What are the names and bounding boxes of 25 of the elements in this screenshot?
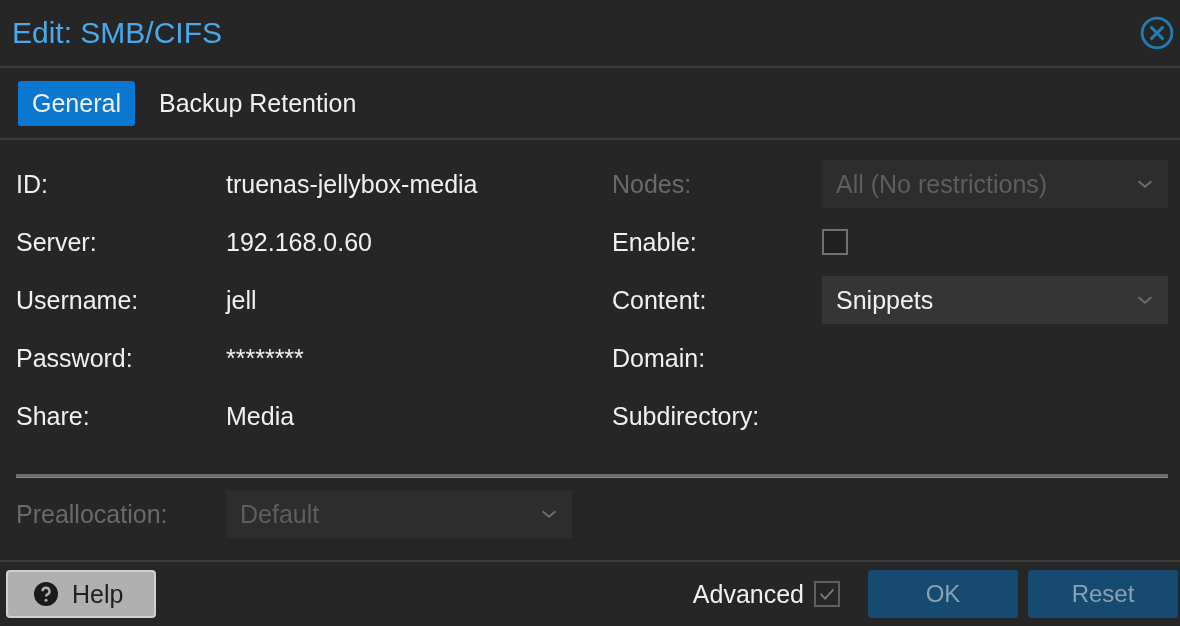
field-value: 192.168.0.60 bbox=[226, 227, 373, 257]
field-label: ID: bbox=[16, 169, 49, 199]
tab[interactable]: Backup Retention bbox=[144, 80, 371, 126]
field-value: ******** bbox=[226, 343, 305, 373]
field-label: Enable: bbox=[612, 227, 698, 257]
field-label: Content: bbox=[612, 285, 708, 315]
advanced-checkbox[interactable] bbox=[814, 581, 840, 607]
help-button[interactable]: Help bbox=[6, 570, 156, 618]
field-label: Subdirectory: bbox=[612, 401, 761, 431]
field-label: Nodes: bbox=[612, 169, 693, 199]
tab[interactable]: General bbox=[18, 80, 135, 126]
field-label: Preallocation: bbox=[16, 499, 169, 529]
dropdown-field[interactable]: Snippets bbox=[822, 276, 1168, 324]
field-value: truenas-jellybox-media bbox=[226, 169, 479, 199]
checkbox[interactable] bbox=[822, 229, 848, 255]
field-label: Server: bbox=[16, 227, 98, 257]
window-title: Edit: SMB/CIFS bbox=[12, 16, 223, 50]
field-label: Username: bbox=[16, 285, 140, 315]
advanced-label: Advanced bbox=[692, 579, 804, 609]
field-label: Password: bbox=[16, 343, 134, 373]
field-label: Domain: bbox=[612, 343, 707, 373]
field-label: Share: bbox=[16, 401, 91, 431]
field-value: jell bbox=[226, 285, 258, 315]
field-value: Media bbox=[226, 401, 296, 431]
help-icon bbox=[34, 582, 58, 606]
